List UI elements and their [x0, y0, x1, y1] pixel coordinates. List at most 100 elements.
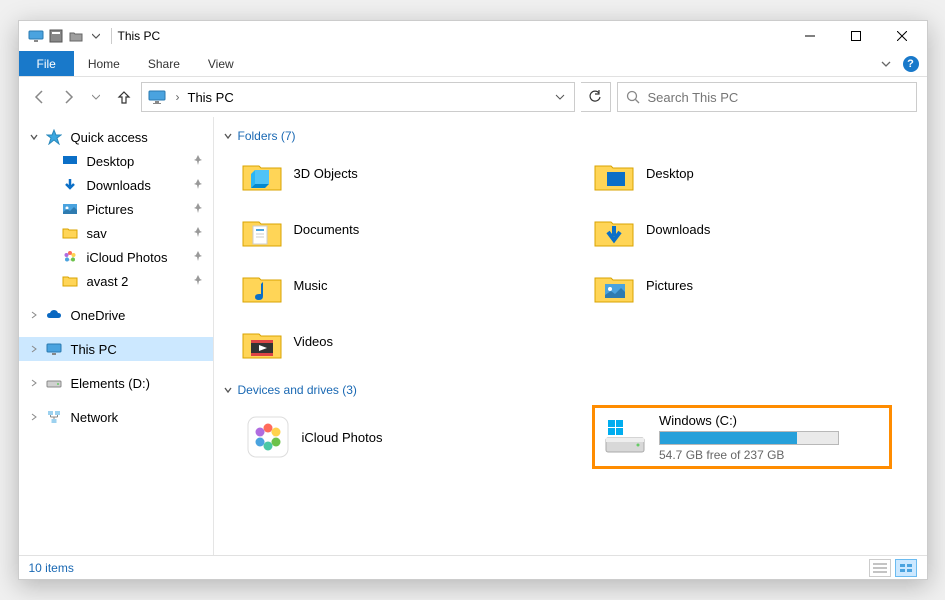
icloud-photos-icon: [61, 248, 79, 266]
recent-dropdown[interactable]: [85, 83, 107, 111]
drive-windows-c[interactable]: Windows (C:) 54.7 GB free of 237 GB: [592, 405, 892, 469]
sidebar-item-label: sav: [87, 226, 107, 241]
sidebar-item-desktop[interactable]: Desktop: [19, 149, 213, 173]
up-button[interactable]: [113, 83, 135, 111]
new-folder-icon[interactable]: [67, 27, 85, 45]
drive-icon: [601, 413, 649, 461]
folder-videos[interactable]: Videos: [240, 319, 563, 363]
properties-icon[interactable]: [47, 27, 65, 45]
search-icon: [626, 90, 640, 104]
details-view-icon[interactable]: [869, 559, 891, 577]
folders-grid: 3D Objects Desktop Documents Downloads M…: [222, 151, 915, 363]
sidebar-this-pc[interactable]: This PC: [19, 337, 213, 361]
sidebar-item-downloads[interactable]: Downloads: [19, 173, 213, 197]
drive-usage-fill: [660, 432, 797, 444]
sidebar-item-pictures[interactable]: Pictures: [19, 197, 213, 221]
sidebar-item-label: Network: [71, 410, 119, 425]
view-mode-icons: [869, 559, 917, 577]
sidebar-item-sav[interactable]: sav: [19, 221, 213, 245]
sidebar-quick-access[interactable]: Quick access: [19, 125, 213, 149]
folder-music[interactable]: Music: [240, 263, 563, 307]
chevron-down-icon[interactable]: [27, 133, 41, 141]
folder-documents[interactable]: Documents: [240, 207, 563, 251]
videos-icon: [240, 319, 284, 363]
sidebar-item-label: This PC: [71, 342, 117, 357]
sidebar-item-label: Elements (D:): [71, 376, 150, 391]
pin-icon: [193, 179, 205, 191]
drive-icloud-photos[interactable]: iCloud Photos: [240, 405, 563, 469]
desktop-icon: [592, 151, 636, 195]
item-label: Documents: [294, 222, 360, 237]
drive-icon: [45, 374, 63, 392]
refresh-button[interactable]: [581, 82, 611, 112]
titlebar-separator: [111, 28, 112, 44]
sidebar-elements-d[interactable]: Elements (D:): [19, 371, 213, 395]
chevron-right-icon[interactable]: [27, 379, 41, 387]
close-button[interactable]: [879, 21, 925, 51]
item-label: Pictures: [646, 278, 693, 293]
body: Quick access Desktop Downloads Pictures …: [19, 117, 927, 555]
sidebar-item-label: Pictures: [87, 202, 134, 217]
item-label: Videos: [294, 334, 334, 349]
sidebar-item-avast2[interactable]: avast 2: [19, 269, 213, 293]
large-icons-view-icon[interactable]: [895, 559, 917, 577]
3d-objects-icon: [240, 151, 284, 195]
network-icon: [45, 408, 63, 426]
tab-share[interactable]: Share: [134, 51, 194, 76]
window-title: This PC: [118, 29, 161, 43]
folder-downloads[interactable]: Downloads: [592, 207, 915, 251]
breadcrumb-chevron[interactable]: ›: [176, 90, 180, 104]
chevron-right-icon[interactable]: [27, 345, 41, 353]
nav-toolbar: › This PC: [19, 77, 927, 117]
item-label: Desktop: [646, 166, 694, 181]
folder-desktop[interactable]: Desktop: [592, 151, 915, 195]
this-pc-icon: [45, 340, 63, 358]
drive-subtext: 54.7 GB free of 237 GB: [659, 448, 883, 462]
sidebar-item-icloud-photos[interactable]: iCloud Photos: [19, 245, 213, 269]
chevron-right-icon[interactable]: [27, 413, 41, 421]
search-input[interactable]: [648, 90, 908, 105]
item-label: 3D Objects: [294, 166, 358, 181]
tab-view[interactable]: View: [194, 51, 248, 76]
chevron-down-icon[interactable]: [224, 386, 232, 394]
statusbar: 10 items: [19, 555, 927, 579]
section-title: Folders (7): [238, 129, 296, 143]
help-icon[interactable]: ?: [903, 56, 919, 72]
ribbon-expand-icon[interactable]: [877, 55, 895, 73]
section-drives[interactable]: Devices and drives (3): [222, 379, 915, 405]
address-bar[interactable]: › This PC: [141, 82, 575, 112]
item-label: Music: [294, 278, 328, 293]
onedrive-icon: [45, 306, 63, 324]
sidebar-onedrive[interactable]: OneDrive: [19, 303, 213, 327]
window-controls: [787, 21, 925, 51]
file-tab[interactable]: File: [19, 51, 74, 76]
sidebar-item-label: Desktop: [87, 154, 135, 169]
titlebar: This PC: [19, 21, 927, 51]
tab-home[interactable]: Home: [74, 51, 134, 76]
minimize-button[interactable]: [787, 21, 833, 51]
quick-access-icon: [45, 128, 63, 146]
address-dropdown-icon[interactable]: [550, 92, 570, 102]
drive-usage-bar: [659, 431, 839, 445]
navigation-pane: Quick access Desktop Downloads Pictures …: [19, 117, 214, 555]
pin-icon: [193, 227, 205, 239]
back-button[interactable]: [29, 83, 51, 111]
section-folders[interactable]: Folders (7): [222, 125, 915, 151]
this-pc-icon: [146, 86, 168, 108]
item-label: iCloud Photos: [302, 430, 383, 445]
sidebar-item-label: iCloud Photos: [87, 250, 168, 265]
explorer-window: This PC File Home Share View ?: [18, 20, 928, 580]
breadcrumb-this-pc[interactable]: This PC: [188, 90, 542, 105]
forward-button[interactable]: [57, 83, 79, 111]
this-pc-small-icon: [27, 27, 45, 45]
folder-pictures[interactable]: Pictures: [592, 263, 915, 307]
chevron-right-icon[interactable]: [27, 311, 41, 319]
folder-3d-objects[interactable]: 3D Objects: [240, 151, 563, 195]
maximize-button[interactable]: [833, 21, 879, 51]
qat-dropdown-icon[interactable]: [87, 27, 105, 45]
sidebar-network[interactable]: Network: [19, 405, 213, 429]
chevron-down-icon[interactable]: [224, 132, 232, 140]
drives-grid: iCloud Photos Windows (C:) 54.7 GB free …: [222, 405, 915, 469]
drive-label: Windows (C:): [659, 413, 883, 428]
search-box[interactable]: [617, 82, 917, 112]
